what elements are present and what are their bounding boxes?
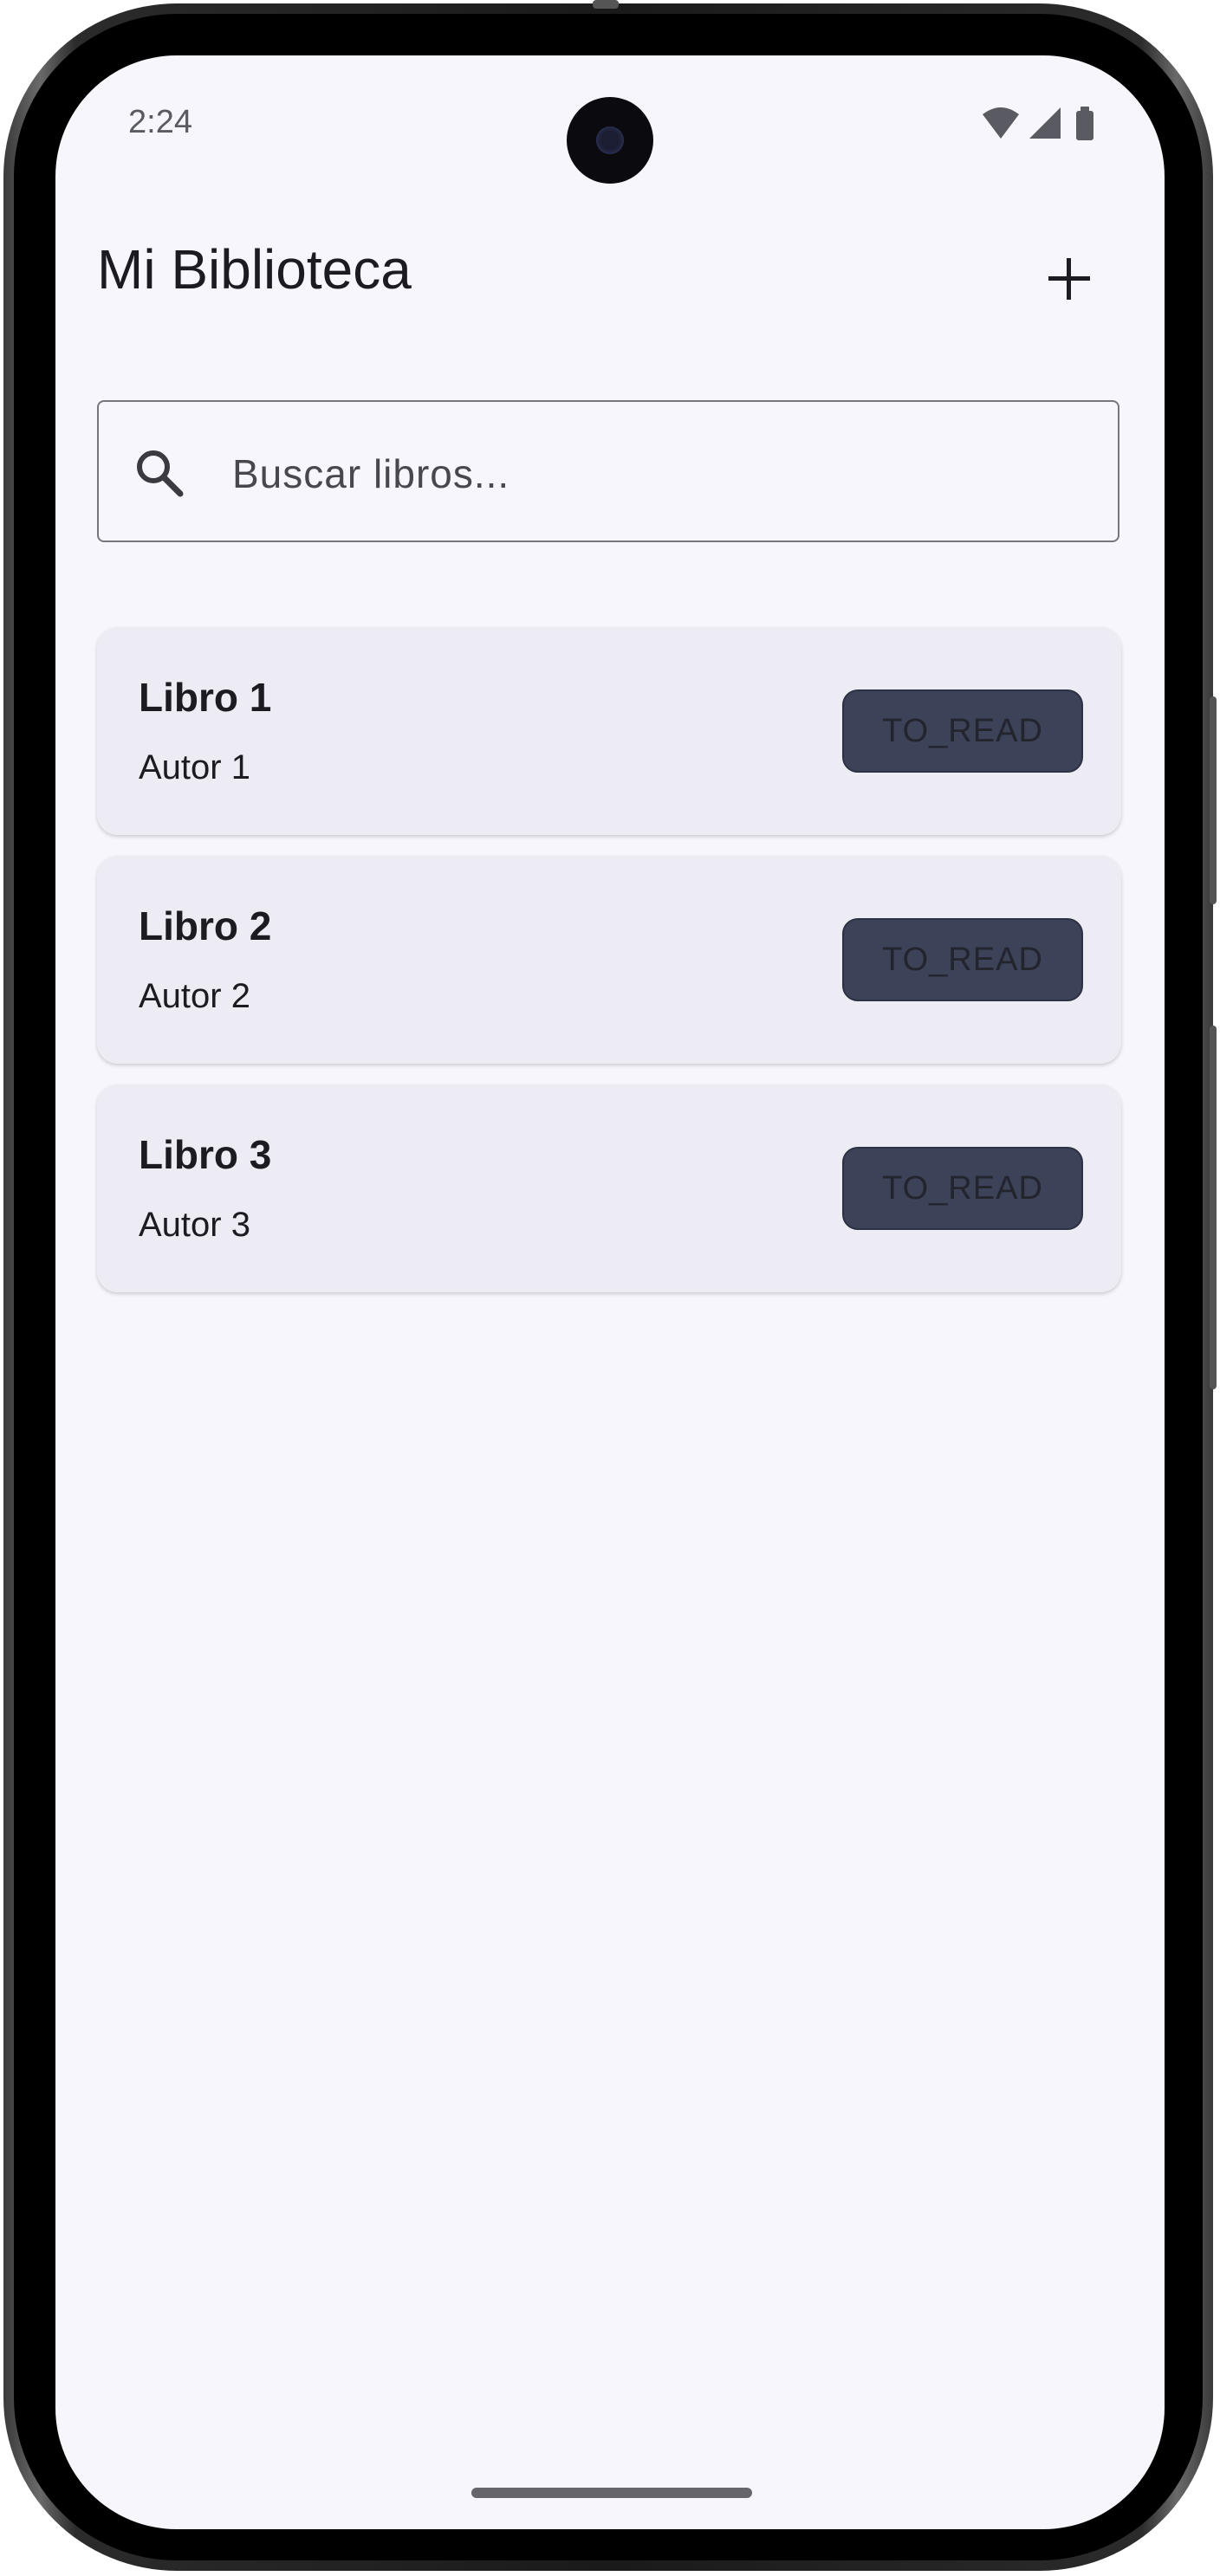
phone-frame: 2:24 Mi Biblioteca Buscar libros... Libr…: [3, 0, 1217, 2571]
phone-volume-button: [1210, 696, 1217, 904]
cell-signal-icon: [1029, 107, 1061, 139]
battery-icon: [1076, 107, 1093, 140]
list-item[interactable]: Libro 1 Autor 1 TO_READ: [97, 627, 1121, 835]
book-author: Autor 3: [139, 1206, 250, 1244]
status-badge[interactable]: TO_READ: [842, 689, 1083, 773]
phone-power-button: [1210, 1026, 1217, 1389]
book-title: Libro 2: [139, 903, 272, 948]
list-item[interactable]: Libro 2 Autor 2 TO_READ: [97, 856, 1121, 1064]
page-title: Mi Biblioteca: [97, 238, 412, 301]
front-camera: [567, 97, 653, 184]
book-list: Libro 1 Autor 1 TO_READ Libro 2 Autor 2 …: [97, 627, 1121, 1313]
book-title: Libro 1: [139, 675, 272, 720]
book-author: Autor 1: [139, 748, 250, 786]
home-indicator[interactable]: [471, 2488, 752, 2498]
status-badge[interactable]: TO_READ: [842, 1147, 1083, 1230]
wifi-icon: [983, 107, 1019, 139]
status-icons: [977, 104, 1099, 147]
screen: 2:24 Mi Biblioteca Buscar libros... Libr…: [55, 55, 1165, 2529]
status-badge[interactable]: TO_READ: [842, 918, 1083, 1001]
search-input[interactable]: [230, 437, 1083, 511]
status-time: 2:24: [128, 104, 192, 140]
book-title: Libro 3: [139, 1132, 272, 1177]
plus-icon: [1048, 258, 1090, 300]
list-item[interactable]: Libro 3 Autor 3 TO_READ: [97, 1084, 1121, 1292]
book-author: Autor 2: [139, 977, 250, 1015]
phone-top-button: [593, 0, 619, 9]
add-book-button[interactable]: [1035, 244, 1104, 314]
search-icon: [137, 450, 184, 497]
search-field[interactable]: [97, 400, 1119, 542]
